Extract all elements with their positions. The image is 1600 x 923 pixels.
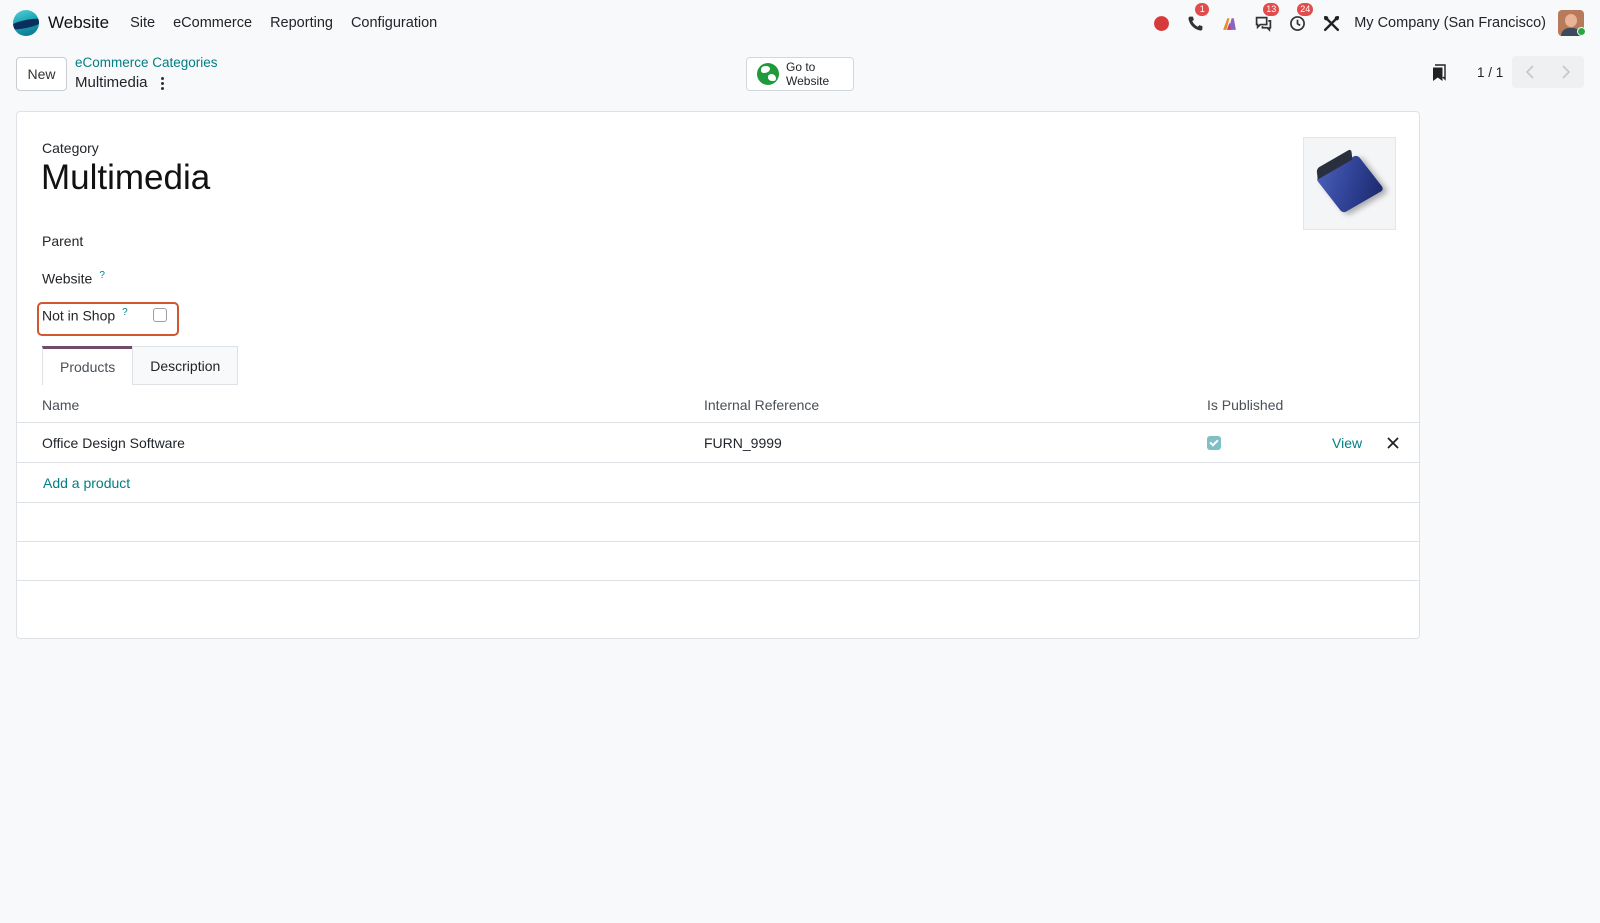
menu-item-site[interactable]: Site	[130, 15, 155, 31]
category-image[interactable]	[1303, 137, 1396, 230]
category-label: Category	[42, 140, 99, 156]
not-in-shop-label: Not in Shop?	[42, 307, 128, 324]
add-line-row: Add a product	[17, 463, 1419, 503]
pager-previous-button[interactable]	[1512, 56, 1548, 88]
website-field-label: Website?	[42, 270, 105, 287]
pager-next-button[interactable]	[1548, 56, 1584, 88]
top-navbar: Website Site eCommerce Reporting Configu…	[0, 0, 1600, 46]
record-dot-icon[interactable]	[1150, 12, 1172, 34]
pager-value[interactable]: 1 / 1	[1477, 65, 1503, 80]
messages-badge: 13	[1263, 3, 1280, 16]
company-switcher[interactable]: My Company (San Francisco)	[1354, 15, 1546, 31]
breadcrumb-parent-link[interactable]: eCommerce Categories	[75, 55, 218, 70]
product-box-image	[1315, 153, 1384, 214]
phone-icon[interactable]: 1	[1184, 3, 1210, 34]
chevron-left-icon	[1525, 65, 1534, 79]
pager-buttons	[1512, 56, 1584, 88]
actions-menu-icon[interactable]	[156, 74, 168, 92]
column-is-published[interactable]: Is Published	[1207, 397, 1283, 413]
chevron-right-icon	[1562, 65, 1571, 79]
menu-item-reporting[interactable]: Reporting	[270, 15, 333, 31]
menu-item-configuration[interactable]: Configuration	[351, 15, 437, 31]
main-menu: Site eCommerce Reporting Configuration	[121, 15, 446, 31]
is-published-checkbox[interactable]	[1207, 436, 1221, 450]
column-name[interactable]: Name	[42, 397, 79, 413]
remove-row-icon[interactable]	[1385, 435, 1401, 451]
parent-label: Parent	[42, 233, 84, 249]
notebook-tabs: Products Description	[42, 346, 239, 385]
clock-icon[interactable]: 24	[1286, 3, 1314, 34]
app-brand[interactable]: Website	[13, 10, 109, 36]
table-row[interactable]: Office Design Software FURN_9999 View	[17, 424, 1419, 463]
empty-row	[17, 542, 1419, 581]
online-status-dot	[1577, 27, 1586, 36]
tab-description[interactable]: Description	[132, 346, 239, 385]
tab-products[interactable]: Products	[42, 346, 134, 385]
app-name: Website	[48, 13, 110, 32]
activities-badge: 24	[1297, 3, 1314, 16]
systray: 1 13 24 My Company (San Francisco)	[1144, 0, 1600, 46]
category-name-field[interactable]: Multimedia	[41, 158, 210, 198]
bookmark-icon[interactable]	[1432, 64, 1446, 82]
not-in-shop-help-icon[interactable]: ?	[122, 307, 128, 318]
breadcrumb-current: Multimedia	[75, 74, 148, 91]
not-in-shop-checkbox[interactable]	[153, 308, 167, 322]
ai-assistant-icon[interactable]	[1218, 12, 1240, 34]
products-table-header: Name Internal Reference Is Published	[17, 385, 1419, 423]
product-reference: FURN_9999	[704, 435, 782, 451]
globe-icon	[757, 63, 779, 85]
go-to-website-label: Go to Website	[786, 60, 830, 88]
website-app-icon	[13, 10, 39, 36]
control-panel: New eCommerce Categories Multimedia Go t…	[0, 46, 1600, 108]
product-name: Office Design Software	[42, 435, 185, 451]
go-to-website-button[interactable]: Go to Website	[746, 57, 854, 91]
new-button[interactable]: New	[16, 57, 67, 91]
menu-item-ecommerce[interactable]: eCommerce	[173, 15, 252, 31]
add-product-link[interactable]: Add a product	[43, 475, 130, 491]
form-sheet: Category Multimedia Parent Website? Not …	[16, 111, 1420, 639]
website-help-icon[interactable]: ?	[99, 270, 105, 281]
column-internal-reference[interactable]: Internal Reference	[704, 397, 819, 413]
debug-tools-icon[interactable]	[1320, 12, 1342, 34]
view-button[interactable]: View	[1332, 435, 1362, 451]
empty-row	[17, 503, 1419, 542]
chat-icon[interactable]: 13	[1252, 3, 1280, 34]
phone-badge: 1	[1195, 3, 1210, 16]
